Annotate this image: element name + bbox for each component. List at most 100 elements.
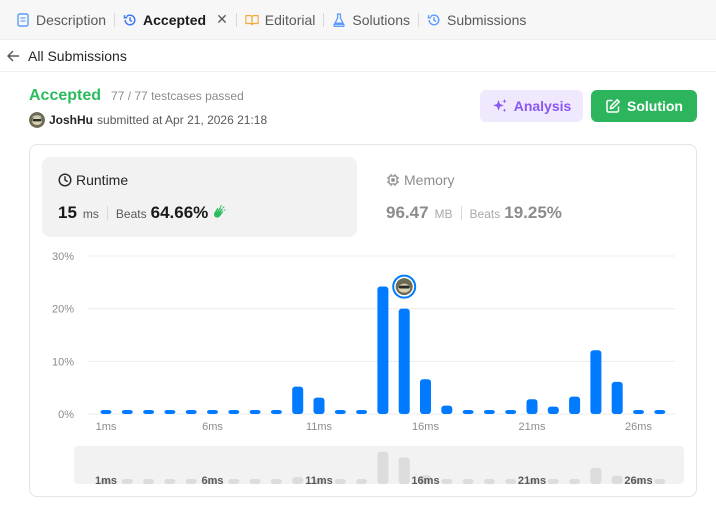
history-icon bbox=[123, 13, 137, 27]
submission-meta: JoshHu submitted at Apr 21, 2026 21:18 bbox=[29, 112, 267, 128]
back-label: All Submissions bbox=[28, 47, 127, 64]
chart-bar[interactable] bbox=[377, 286, 389, 414]
chart-bar[interactable] bbox=[526, 399, 538, 414]
flask-icon bbox=[332, 12, 346, 27]
chart-bar[interactable] bbox=[547, 406, 559, 414]
brush-bar bbox=[654, 479, 666, 484]
submission-status: Accepted 77 / 77 testcases passed bbox=[29, 87, 244, 105]
chart-bar[interactable] bbox=[228, 410, 240, 414]
chart-bar[interactable] bbox=[569, 396, 581, 414]
chart-bar[interactable] bbox=[654, 410, 666, 414]
brush-bar bbox=[185, 479, 197, 484]
sparkle-icon bbox=[492, 98, 508, 114]
x-tick-label: 21ms bbox=[519, 421, 546, 433]
brush-bar bbox=[590, 467, 602, 484]
testcases-text: 77 / 77 testcases passed bbox=[111, 89, 244, 103]
chart-bar[interactable] bbox=[633, 410, 644, 414]
chart-bar[interactable] bbox=[590, 350, 602, 414]
y-tick-label: 0% bbox=[58, 409, 74, 421]
tab-label: Accepted bbox=[143, 11, 207, 28]
brush-bar bbox=[292, 477, 304, 484]
avatar-glasses bbox=[398, 285, 410, 289]
analysis-label: Analysis bbox=[513, 98, 572, 114]
chart-bar[interactable] bbox=[292, 386, 304, 414]
chart-bar[interactable] bbox=[334, 410, 346, 414]
edit-icon bbox=[605, 98, 621, 114]
chart-bar[interactable] bbox=[313, 397, 325, 414]
brush-bar bbox=[121, 479, 133, 484]
x-tick-label: 26ms bbox=[625, 421, 652, 433]
username-link[interactable]: JoshHu bbox=[49, 113, 93, 127]
chart-bar[interactable] bbox=[356, 410, 368, 414]
tab-submissions[interactable]: Submissions bbox=[419, 0, 534, 40]
chart-bar[interactable] bbox=[249, 410, 261, 414]
user-avatar-marker bbox=[392, 274, 417, 299]
chart-bar[interactable] bbox=[462, 410, 474, 414]
x-tick-label: 16ms bbox=[412, 421, 439, 433]
brush-bar bbox=[249, 479, 261, 484]
book-icon bbox=[245, 13, 259, 27]
x-tick-label: 1ms bbox=[96, 421, 117, 433]
performance-card: Runtime 15 ms Beats 64.66% Memory 96.47 … bbox=[29, 144, 697, 497]
chart-bar[interactable] bbox=[398, 308, 410, 414]
history-icon bbox=[427, 13, 441, 27]
brush-bar bbox=[228, 479, 240, 484]
brush-tick-label: 21ms bbox=[518, 475, 546, 487]
avatar[interactable] bbox=[29, 112, 45, 128]
tab-description[interactable]: Description bbox=[8, 0, 114, 40]
solution-label: Solution bbox=[627, 98, 683, 114]
chart-bar[interactable] bbox=[441, 405, 453, 414]
status-text: Accepted bbox=[29, 87, 102, 104]
tab-accepted[interactable]: Accepted ✕ bbox=[115, 0, 236, 40]
close-icon[interactable]: ✕ bbox=[216, 11, 228, 28]
brush-bar bbox=[462, 479, 474, 484]
brush-tick-label: 1ms bbox=[95, 475, 117, 487]
tab-editorial[interactable]: Editorial bbox=[237, 0, 324, 40]
brush-bar bbox=[164, 479, 176, 484]
x-tick-label: 6ms bbox=[202, 421, 223, 433]
brush-bar bbox=[270, 479, 282, 484]
analysis-button[interactable]: Analysis bbox=[480, 90, 583, 122]
brush-bar bbox=[483, 479, 495, 484]
chart-bar[interactable] bbox=[207, 410, 218, 414]
chart-bar[interactable] bbox=[420, 379, 431, 414]
chart-bar[interactable] bbox=[121, 410, 133, 414]
chart-bar[interactable] bbox=[143, 410, 155, 414]
chart-bar[interactable] bbox=[185, 410, 197, 414]
brush-bar bbox=[334, 479, 346, 484]
all-submissions-link[interactable]: All Submissions bbox=[0, 40, 716, 72]
arrow-left-icon bbox=[6, 49, 20, 63]
y-tick-label: 20% bbox=[52, 304, 74, 316]
y-tick-label: 30% bbox=[52, 251, 74, 263]
chart-bar[interactable] bbox=[505, 410, 517, 414]
brush-tick-label: 16ms bbox=[411, 475, 439, 487]
brush-bar bbox=[398, 457, 410, 484]
chart-bar[interactable] bbox=[164, 410, 176, 414]
brush-tick-label: 6ms bbox=[201, 475, 223, 487]
chart-bar[interactable] bbox=[100, 410, 112, 414]
chart-bar[interactable] bbox=[270, 410, 282, 414]
brush-bar bbox=[547, 479, 559, 484]
brush-bar bbox=[569, 479, 581, 484]
brush-bar bbox=[143, 479, 155, 484]
brush-bar bbox=[377, 451, 389, 484]
submitted-at: submitted at Apr 21, 2026 21:18 bbox=[97, 113, 268, 127]
brush-tick-label: 26ms bbox=[624, 475, 652, 487]
brush-bar bbox=[611, 475, 623, 484]
y-tick-label: 10% bbox=[52, 356, 74, 368]
chart-bar[interactable] bbox=[483, 410, 495, 414]
tab-solutions[interactable]: Solutions bbox=[324, 0, 418, 40]
brush-bar bbox=[356, 479, 368, 484]
tab-bar: Description Accepted ✕ Editorial Solutio… bbox=[0, 0, 716, 40]
chart-bar[interactable] bbox=[611, 381, 623, 414]
solution-button[interactable]: Solution bbox=[591, 90, 697, 122]
tab-label: Editorial bbox=[264, 11, 316, 28]
tab-label: Solutions bbox=[352, 11, 410, 28]
runtime-distribution-chart: 0% 10% 20% 30% 1ms 6ms 11ms 16ms 21ms 26ms 1ms 6m… bbox=[52, 251, 684, 487]
brush-bar bbox=[505, 479, 517, 484]
tab-label: Description bbox=[36, 11, 107, 28]
brush-tick-label: 11ms bbox=[305, 475, 333, 487]
brush-bar bbox=[441, 479, 453, 484]
tab-label: Submissions bbox=[446, 11, 527, 28]
description-icon bbox=[16, 12, 30, 27]
